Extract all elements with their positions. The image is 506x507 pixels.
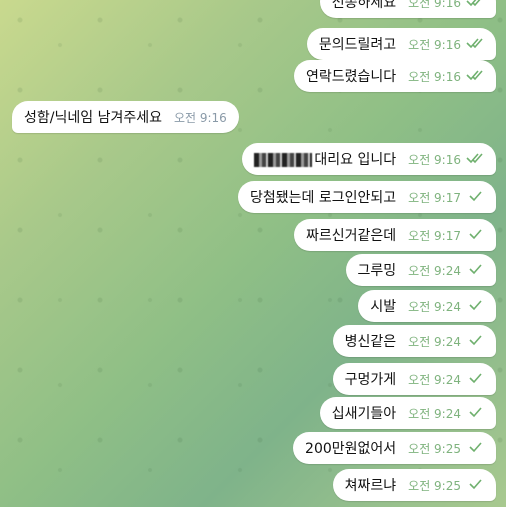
message-timestamp: 오전 9:17: [408, 227, 484, 244]
message-text-content: 전송하세요: [331, 0, 397, 11]
message-text-content: 쳐짜르냐: [344, 478, 397, 494]
message-timestamp: 오전 9:24: [408, 371, 484, 388]
message-timestamp: 오전 9:16: [408, 0, 484, 11]
message-timestamp: 오전 9:24: [408, 298, 484, 315]
message-text-content: 대리요 입니다: [314, 152, 397, 168]
message-timestamp: 오전 9:25: [408, 440, 484, 457]
message-text: 십새기들아: [332, 403, 396, 423]
message-time: 오전 9:24: [408, 299, 461, 314]
message-time: 오전 9:17: [408, 228, 461, 243]
check-icon: [461, 263, 484, 278]
outgoing-message-bubble[interactable]: 짜르신거같은데 오전 9:17: [293, 219, 496, 251]
message-text: 짜르신거같은데: [306, 225, 396, 245]
message-time: 오전 9:24: [408, 406, 461, 421]
message-text: 대리요 입니다: [254, 149, 396, 169]
outgoing-message-bubble[interactable]: 쳐짜르냐 오전 9:25: [332, 469, 496, 501]
message-timestamp: 오전 9:24: [408, 333, 484, 350]
incoming-message-bubble[interactable]: 성함/닉네임 남겨주세요 오전 9:16: [12, 101, 239, 133]
outgoing-message-bubble[interactable]: 십새기들아 오전 9:24: [319, 397, 496, 429]
message-text-content: 병신같은: [344, 334, 397, 350]
check-icon: [461, 299, 484, 314]
message-time: 오전 9:24: [408, 372, 461, 387]
message-timestamp: 오전 9:16: [408, 36, 484, 53]
message-text: 구멍가게: [345, 369, 397, 389]
message-text: 쳐짜르냐: [345, 475, 397, 495]
redacted-name: [254, 153, 313, 167]
message-timestamp: 오전 9:16: [408, 68, 484, 85]
outgoing-message-bubble[interactable]: 200만원없어서 오전 9:25: [293, 432, 496, 464]
message-text: 성함/닉네임 남겨주세요: [24, 107, 162, 127]
outgoing-message-bubble[interactable]: 전송하세요 오전 9:16: [319, 0, 496, 18]
message-timestamp: 오전 9:24: [408, 405, 484, 422]
message-time: 오전 9:17: [408, 190, 461, 205]
message-text: 시발: [370, 296, 396, 316]
outgoing-message-bubble[interactable]: 대리요 입니다 오전 9:16: [242, 143, 496, 175]
message-timestamp: 오전 9:24: [408, 262, 484, 279]
message-time: 오전 9:16: [408, 0, 461, 10]
check-icon: [461, 228, 484, 243]
message-text: 연락드렸습니다: [306, 66, 396, 86]
message-text: 문의드릴려고: [319, 34, 396, 54]
check-icon: [461, 372, 484, 387]
message-time: 오전 9:16: [408, 69, 461, 84]
message-text-content: 문의드릴려고: [318, 37, 397, 53]
message-text-content: 200만원없어서: [305, 441, 397, 457]
message-text-content: 당첨됐는데 로그인안되고: [250, 190, 397, 206]
outgoing-message-bubble[interactable]: 그루밍 오전 9:24: [345, 254, 496, 286]
message-text-content: 구멍가게: [344, 372, 397, 388]
message-timestamp: 오전 9:16: [408, 151, 484, 168]
message-timestamp: 오전 9:16: [174, 109, 227, 126]
message-text-content: 연락드렸습니다: [305, 69, 397, 85]
double-check-icon: [461, 0, 484, 10]
check-icon: [461, 478, 484, 493]
message-time: 오전 9:24: [408, 263, 461, 278]
check-icon: [461, 334, 484, 349]
check-icon: [461, 406, 484, 421]
message-text: 200만원없어서: [305, 438, 396, 458]
message-text-content: 성함/닉네임 남겨주세요: [24, 110, 162, 126]
outgoing-message-bubble[interactable]: 구멍가게 오전 9:24: [332, 363, 496, 395]
double-check-icon: [461, 152, 484, 167]
message-time: 오전 9:25: [408, 478, 461, 493]
message-text-content: 시발: [370, 299, 397, 315]
message-time: 오전 9:16: [408, 152, 461, 167]
double-check-icon: [461, 69, 484, 84]
outgoing-message-bubble[interactable]: 문의드릴려고 오전 9:16: [306, 28, 496, 60]
message-text-content: 그루밍: [357, 263, 397, 279]
double-check-icon: [461, 37, 484, 52]
message-time: 오전 9:24: [408, 334, 461, 349]
message-text-content: 십새기들아: [331, 406, 397, 422]
check-icon: [461, 190, 484, 205]
outgoing-message-bubble[interactable]: 시발 오전 9:24: [358, 290, 496, 322]
message-text: 당첨됐는데 로그인안되고: [250, 187, 396, 207]
message-timestamp: 오전 9:17: [408, 189, 484, 206]
outgoing-message-bubble[interactable]: 당첨됐는데 로그인안되고 오전 9:17: [238, 181, 496, 213]
outgoing-message-bubble[interactable]: 병신같은 오전 9:24: [332, 325, 496, 357]
message-text-content: 짜르신거같은데: [305, 228, 397, 244]
outgoing-message-bubble[interactable]: 연락드렸습니다 오전 9:16: [293, 60, 496, 92]
check-icon: [461, 441, 484, 456]
message-text: 그루밍: [358, 260, 397, 280]
message-text: 병신같은: [345, 331, 397, 351]
message-time: 오전 9:16: [173, 110, 227, 125]
message-time: 오전 9:16: [408, 37, 461, 52]
message-timestamp: 오전 9:25: [408, 477, 484, 494]
message-time: 오전 9:25: [408, 441, 461, 456]
message-text: 전송하세요: [332, 0, 396, 12]
